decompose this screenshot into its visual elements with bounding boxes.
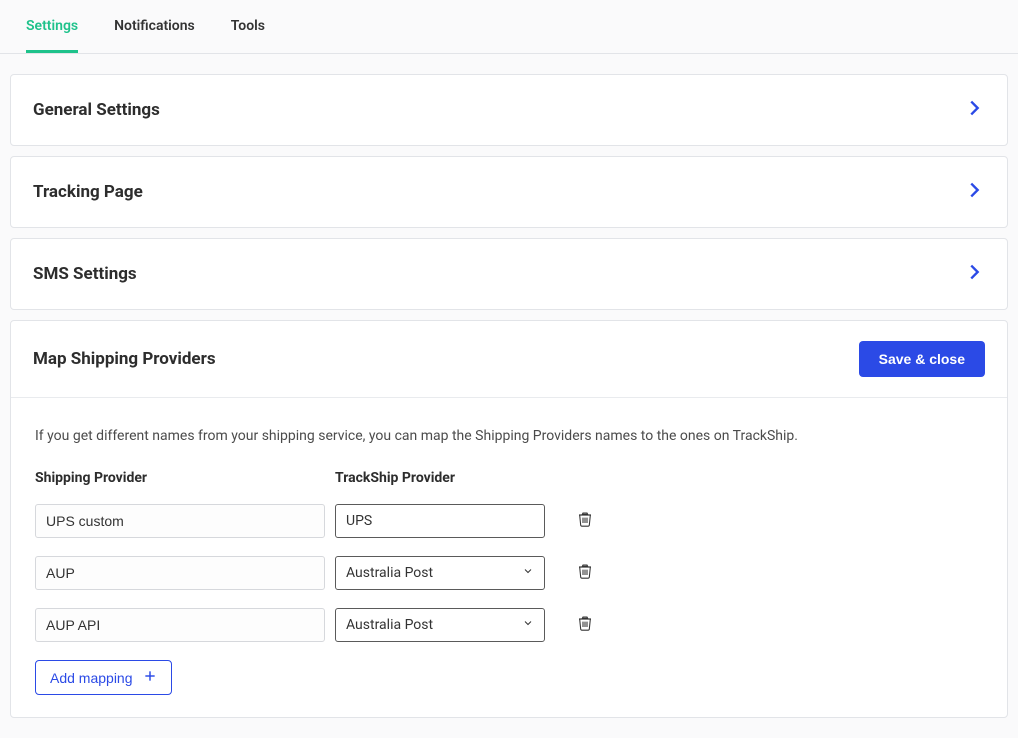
panel-tracking-header[interactable]: Tracking Page (11, 157, 1007, 227)
chevron-right-icon (963, 261, 985, 287)
map-headers-row: Shipping Provider TrackShip Provider (35, 470, 983, 486)
panel-general-header[interactable]: General Settings (11, 75, 1007, 145)
trackship-provider-select[interactable]: Australia Post (335, 608, 545, 642)
select-value: Australia Post (346, 617, 433, 633)
panel-map-header[interactable]: Map Shipping Providers Save & close (11, 321, 1007, 398)
trackship-provider-select[interactable]: Australia Post (335, 556, 545, 590)
chevron-down-icon (522, 617, 534, 633)
select-value: Australia Post (346, 565, 433, 581)
panel-map-title: Map Shipping Providers (33, 349, 216, 369)
panel-map-providers: Map Shipping Providers Save & close If y… (10, 320, 1008, 718)
map-help-text: If you get different names from your shi… (35, 428, 983, 444)
panel-tracking-title: Tracking Page (33, 182, 143, 202)
chevron-right-icon (963, 97, 985, 123)
shipping-provider-input[interactable] (35, 608, 325, 642)
panel-sms-header[interactable]: SMS Settings (11, 239, 1007, 309)
trackship-provider-select[interactable]: UPS (335, 504, 545, 538)
tab-settings[interactable]: Settings (26, 0, 78, 53)
content-area: General Settings Tracking Page SMS Setti… (0, 54, 1018, 738)
panel-tracking: Tracking Page (10, 156, 1008, 228)
add-mapping-button[interactable]: Add mapping (35, 660, 172, 695)
shipping-provider-input[interactable] (35, 556, 325, 590)
panel-map-body: If you get different names from your shi… (11, 398, 1007, 717)
map-row: Australia Post (35, 608, 983, 642)
trash-icon[interactable] (577, 562, 593, 584)
top-tabs: Settings Notifications Tools (0, 0, 1018, 54)
trash-icon[interactable] (577, 510, 593, 532)
col-header-trackship: TrackShip Provider (335, 470, 565, 486)
trash-icon[interactable] (577, 614, 593, 636)
tab-notifications[interactable]: Notifications (114, 0, 195, 53)
select-value: UPS (346, 513, 372, 529)
map-row: UPS (35, 504, 983, 538)
panel-general: General Settings (10, 74, 1008, 146)
save-close-button[interactable]: Save & close (859, 341, 985, 377)
panel-sms-title: SMS Settings (33, 264, 137, 284)
panel-general-title: General Settings (33, 100, 160, 120)
panel-sms: SMS Settings (10, 238, 1008, 310)
tab-tools[interactable]: Tools (231, 0, 265, 53)
map-row: Australia Post (35, 556, 983, 590)
col-header-shipping: Shipping Provider (35, 470, 335, 486)
shipping-provider-input[interactable] (35, 504, 325, 538)
chevron-right-icon (963, 179, 985, 205)
chevron-down-icon (522, 565, 534, 581)
